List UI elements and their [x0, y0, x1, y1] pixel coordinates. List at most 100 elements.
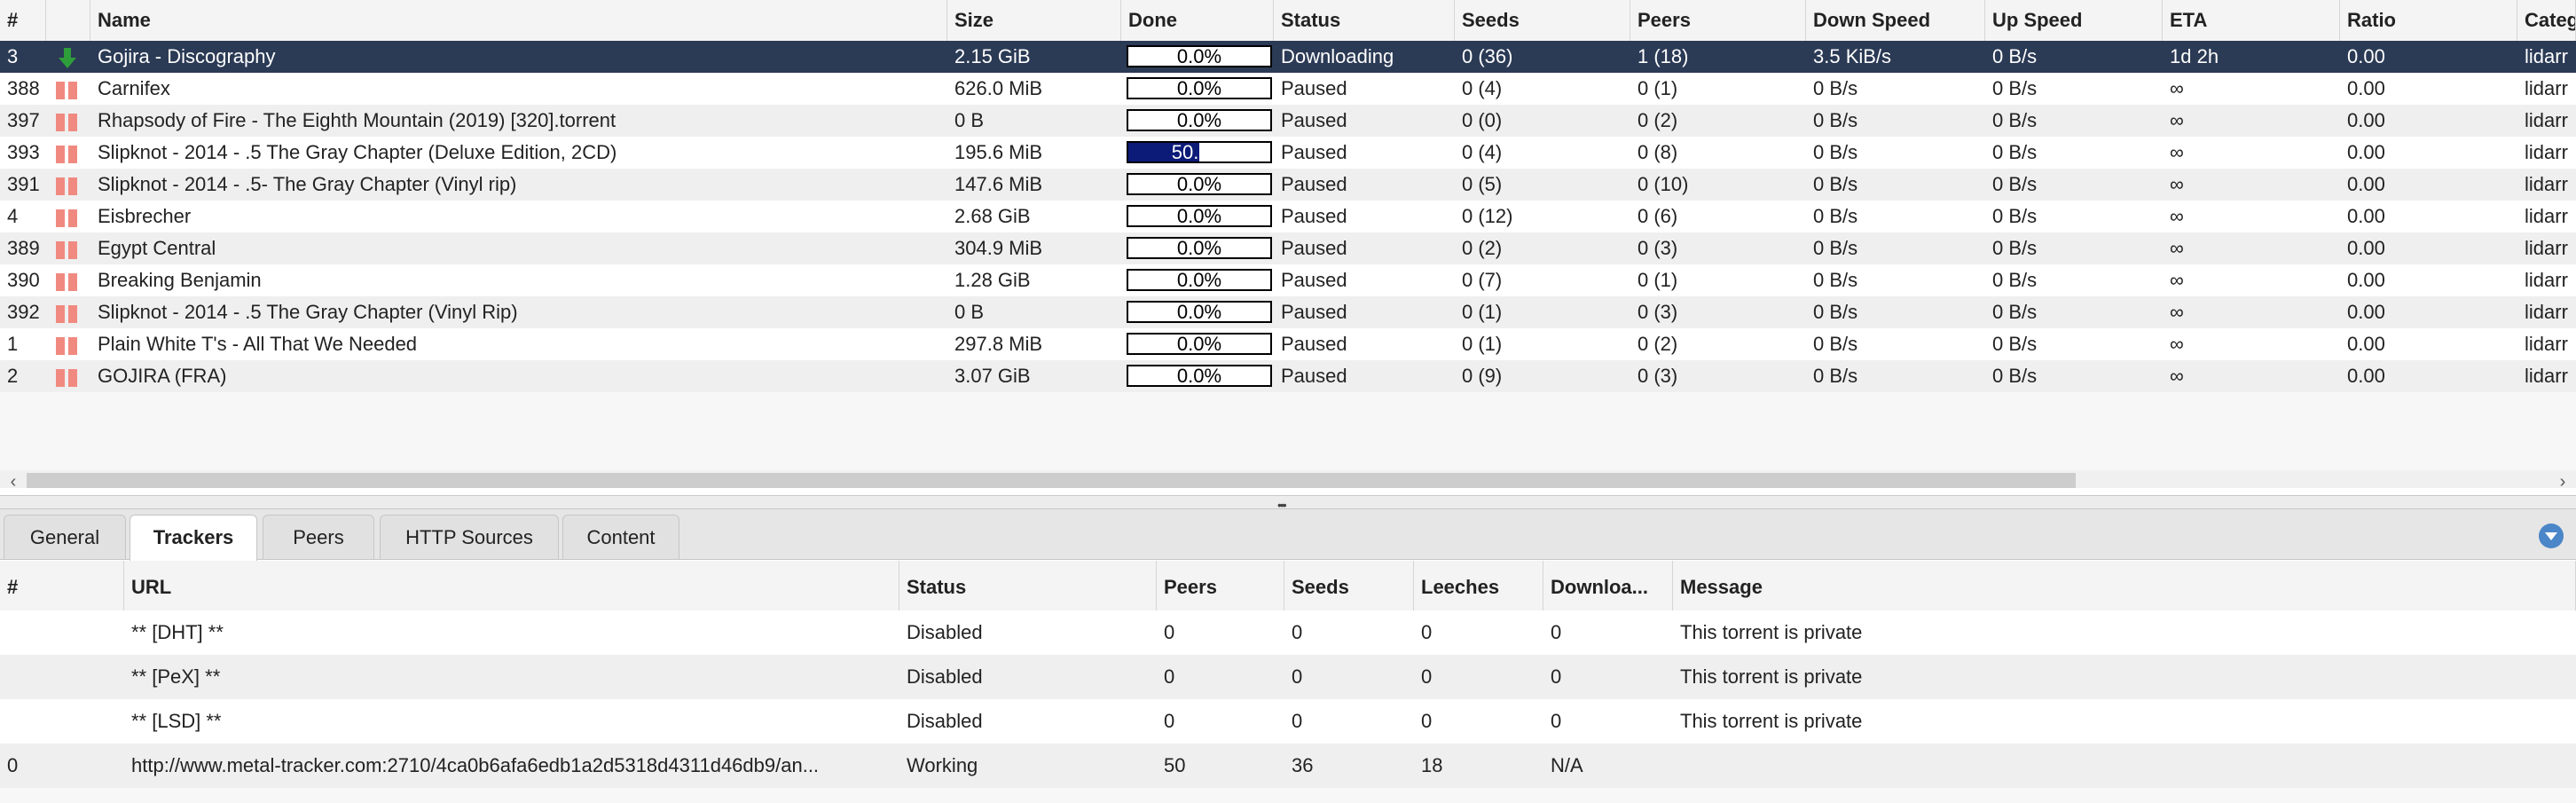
- tracker-row[interactable]: 0 http://www.metal-tracker.com:2710/4ca0b…: [0, 744, 2576, 788]
- scrollbar-thumb[interactable]: [27, 473, 2076, 488]
- cell-status: Paused: [1281, 237, 1347, 259]
- cell-number: 3: [7, 45, 19, 67]
- tab-peers[interactable]: Peers: [263, 515, 374, 559]
- tracker-header-peers[interactable]: Peers: [1157, 561, 1284, 610]
- progress-bar: 0.0%: [1127, 301, 1272, 323]
- progress-text: 0.0%: [1176, 173, 1222, 195]
- progress-text: 0.0%: [1176, 237, 1222, 259]
- tracker-cell-message: This torrent is private: [1680, 710, 1863, 732]
- torrent-row[interactable]: 397 Rhapsody of Fire - The Eighth Mountai…: [0, 105, 2576, 137]
- cell-number: 1: [7, 333, 19, 355]
- torrent-row[interactable]: 4 Eisbrecher 2.68 GiB 0.0% Paused 0 (12) 0 (6)…: [0, 201, 2576, 232]
- tracker-header-seeds[interactable]: Seeds: [1284, 561, 1414, 610]
- progress-text: 0.0%: [1176, 205, 1222, 227]
- cell-seeds: 0 (4): [1462, 77, 1503, 99]
- tracker-cell-peers: 50: [1164, 754, 1186, 776]
- progress-bar: 0.0%: [1127, 205, 1272, 227]
- tracker-row[interactable]: ** [DHT] ** Disabled 0 0 0 0 This torrent is p…: [0, 610, 2576, 655]
- header-col-state-icon[interactable]: [46, 0, 90, 41]
- panel-splitter[interactable]: •••: [0, 495, 2576, 512]
- progress-bar: 0.0%: [1127, 45, 1272, 67]
- header-col-done[interactable]: Done: [1121, 0, 1274, 41]
- pause-icon: [56, 241, 77, 259]
- header-col-number[interactable]: #: [0, 0, 46, 41]
- torrent-row[interactable]: 2 GOJIRA (FRA) 3.07 GiB 0.0% Paused 0 (9) 0 (3…: [0, 360, 2576, 392]
- cell-down-speed: 0 B/s: [1813, 301, 1858, 323]
- cell-name: Slipknot - 2014 - .5- The Gray Chapter (…: [98, 173, 517, 195]
- torrent-row[interactable]: 388 Carnifex 626.0 MiB 0.0% Paused 0 (4) 0 (1)…: [0, 73, 2576, 105]
- cell-eta: ∞: [2170, 269, 2184, 291]
- torrent-row[interactable]: 390 Breaking Benjamin 1.28 GiB 0.0% Paused 0 …: [0, 264, 2576, 296]
- cell-name: Slipknot - 2014 - .5 The Gray Chapter (D…: [98, 141, 617, 163]
- tracker-header-leeches[interactable]: Leeches: [1414, 561, 1543, 610]
- tab-http-sources[interactable]: HTTP Sources: [380, 515, 559, 559]
- scroll-left-arrow-icon[interactable]: ‹: [0, 470, 27, 488]
- header-col-seeds[interactable]: Seeds: [1455, 0, 1630, 41]
- pause-icon: [56, 82, 77, 99]
- torrent-row[interactable]: 1 Plain White T's - All That We Needed 297…: [0, 328, 2576, 360]
- progress-bar: 0.0%: [1127, 333, 1272, 355]
- cell-peers: 0 (8): [1637, 141, 1678, 163]
- torrent-row[interactable]: 392 Slipknot - 2014 - .5 The Gray Chapter…: [0, 296, 2576, 328]
- header-col-status[interactable]: Status: [1274, 0, 1455, 41]
- tracker-cell-peers: 0: [1164, 665, 1175, 688]
- collapse-panel-icon[interactable]: [2539, 524, 2564, 548]
- tracker-header-message[interactable]: Message: [1673, 561, 2576, 610]
- tracker-header-status[interactable]: Status: [899, 561, 1157, 610]
- tracker-cell-peers: 0: [1164, 710, 1175, 732]
- torrent-row[interactable]: 389 Egypt Central 304.9 MiB 0.0% Paused 0 (2)…: [0, 232, 2576, 264]
- scroll-right-arrow-icon[interactable]: ›: [2549, 470, 2576, 488]
- tracker-header-url[interactable]: URL: [124, 561, 899, 610]
- header-col-eta[interactable]: ETA: [2163, 0, 2340, 41]
- cell-seeds: 0 (2): [1462, 237, 1503, 259]
- header-col-peers[interactable]: Peers: [1630, 0, 1806, 41]
- header-col-category[interactable]: Categ: [2517, 0, 2576, 41]
- cell-status: Downloading: [1281, 45, 1394, 67]
- tracker-cell-status: Disabled: [907, 665, 983, 688]
- tracker-cell-seeds: 36: [1292, 754, 1314, 776]
- cell-size: 147.6 MiB: [954, 173, 1043, 195]
- progress-text: 0.0%: [1176, 269, 1222, 291]
- cell-number: 392: [7, 301, 40, 323]
- tab-general[interactable]: General: [4, 515, 126, 559]
- tab-trackers[interactable]: Trackers: [130, 515, 257, 561]
- cell-seeds: 0 (36): [1462, 45, 1513, 67]
- tracker-cell-url: http://www.metal-tracker.com:2710/4ca0b6…: [131, 754, 820, 776]
- torrent-list-panel: # Name Size Done Status Seeds Peers Down Speed U…: [0, 0, 2576, 488]
- pause-icon: [56, 337, 77, 355]
- tracker-row[interactable]: ** [LSD] ** Disabled 0 0 0 0 This torrent is p…: [0, 699, 2576, 744]
- cell-status: Paused: [1281, 333, 1347, 355]
- trackers-header: # URL Status Peers Seeds Leeches Downloa... Mes…: [0, 561, 2576, 611]
- tracker-header-downloaded[interactable]: Downloa...: [1543, 561, 1673, 610]
- torrent-row[interactable]: 393 Slipknot - 2014 - .5 The Gray Chapter…: [0, 137, 2576, 169]
- tab-content[interactable]: Content: [562, 515, 679, 559]
- header-col-ratio[interactable]: Ratio: [2340, 0, 2517, 41]
- cell-ratio: 0.00: [2347, 365, 2385, 387]
- horizontal-scrollbar[interactable]: ‹ ›: [0, 470, 2576, 488]
- cell-name: GOJIRA (FRA): [98, 365, 227, 387]
- progress-bar: 0.0%: [1127, 365, 1272, 387]
- tracker-cell-status: Disabled: [907, 621, 983, 643]
- cell-down-speed: 0 B/s: [1813, 173, 1858, 195]
- tracker-header-number[interactable]: #: [0, 561, 124, 610]
- header-col-down-speed[interactable]: Down Speed: [1806, 0, 1985, 41]
- tracker-cell-downloaded: 0: [1551, 665, 1562, 688]
- cell-status: Paused: [1281, 141, 1347, 163]
- pause-icon: [56, 209, 77, 227]
- header-col-name[interactable]: Name: [90, 0, 947, 41]
- torrent-row[interactable]: 3 Gojira - Discography 2.15 GiB 0.0% Downloa…: [0, 41, 2576, 73]
- progress-text: 50.1%: [1171, 141, 1228, 163]
- header-col-up-speed[interactable]: Up Speed: [1985, 0, 2163, 41]
- cell-down-speed: 0 B/s: [1813, 77, 1858, 99]
- cell-name: Gojira - Discography: [98, 45, 276, 67]
- tracker-row[interactable]: ** [PeX] ** Disabled 0 0 0 0 This torrent is p…: [0, 655, 2576, 699]
- header-col-size[interactable]: Size: [947, 0, 1121, 41]
- torrent-row[interactable]: 391 Slipknot - 2014 - .5- The Gray Chapte…: [0, 169, 2576, 201]
- cell-name: Breaking Benjamin: [98, 269, 262, 291]
- cell-eta: ∞: [2170, 237, 2184, 259]
- tracker-cell-status: Disabled: [907, 710, 983, 732]
- cell-category: lidarr: [2525, 173, 2568, 195]
- cell-category: lidarr: [2525, 333, 2568, 355]
- cell-number: 2: [7, 365, 19, 387]
- progress-text: 0.0%: [1176, 333, 1222, 355]
